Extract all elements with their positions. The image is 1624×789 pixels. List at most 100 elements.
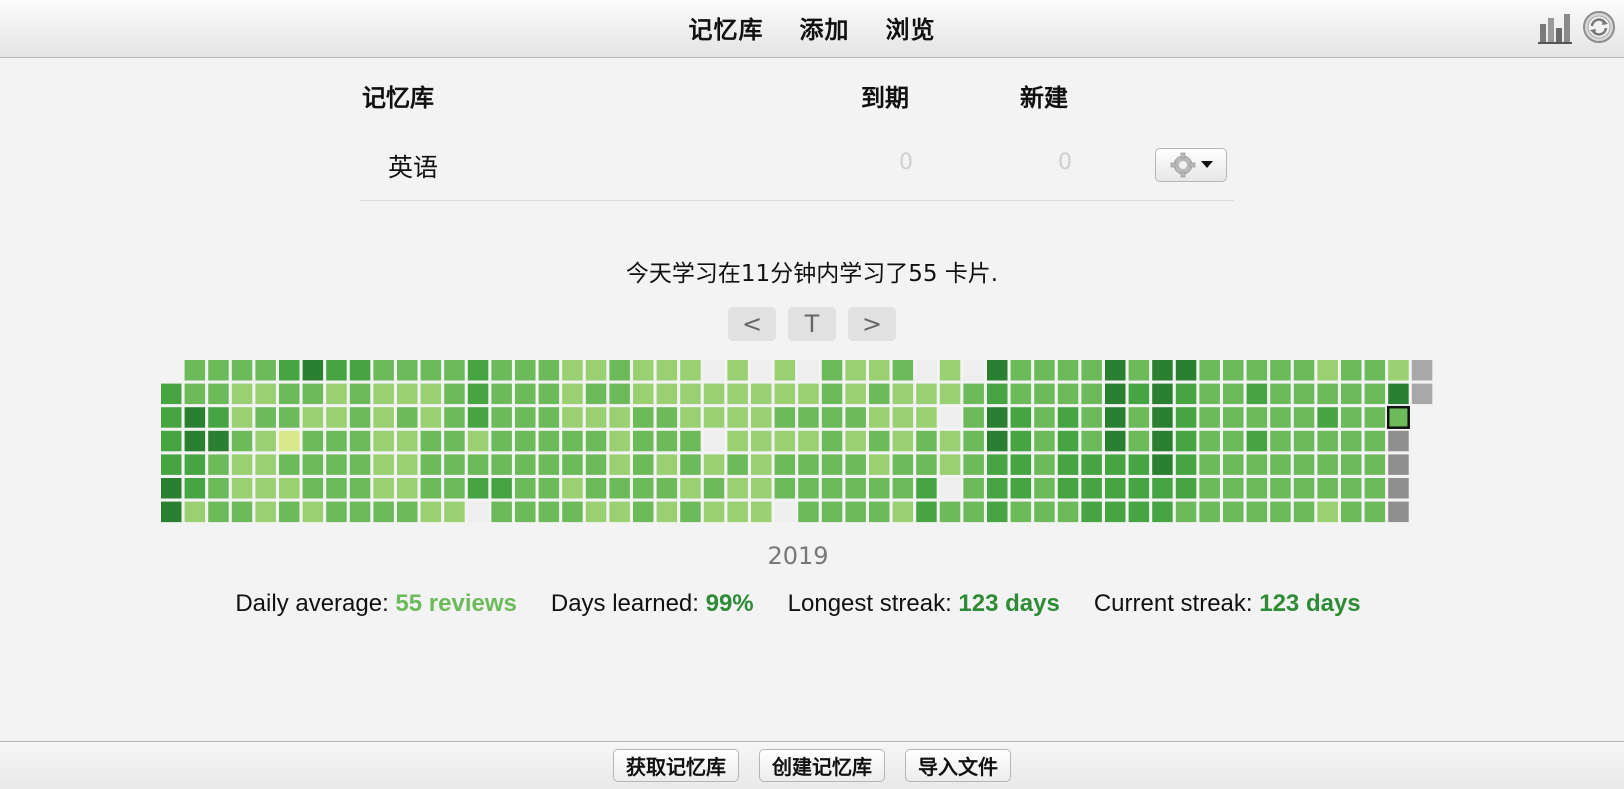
heatmap-day-cell[interactable] bbox=[939, 430, 961, 452]
heatmap-day-cell[interactable] bbox=[1388, 478, 1409, 499]
heatmap-day-cell[interactable] bbox=[916, 407, 937, 428]
heatmap-day-cell[interactable] bbox=[751, 407, 772, 428]
heatmap-day-cell[interactable] bbox=[491, 454, 512, 475]
heatmap-day-cell[interactable] bbox=[1105, 430, 1126, 452]
heatmap-day-cell[interactable] bbox=[302, 454, 324, 475]
heatmap-day-cell[interactable] bbox=[1317, 478, 1338, 499]
heatmap-day-cell[interactable] bbox=[184, 454, 206, 475]
heatmap-day-cell[interactable] bbox=[1175, 407, 1197, 428]
heatmap-day-cell[interactable] bbox=[585, 383, 607, 405]
heatmap-day-cell[interactable] bbox=[585, 478, 607, 499]
heatmap-day-cell[interactable] bbox=[774, 478, 796, 499]
heatmap-day-cell[interactable] bbox=[987, 360, 1008, 381]
heatmap-day-cell[interactable] bbox=[1081, 383, 1102, 405]
heatmap-day-cell[interactable] bbox=[680, 407, 701, 428]
heatmap-day-cell[interactable] bbox=[326, 501, 347, 523]
heatmap-day-cell[interactable] bbox=[420, 478, 442, 499]
heatmap-day-cell[interactable] bbox=[491, 407, 512, 428]
heatmap-day-cell[interactable] bbox=[1341, 478, 1362, 499]
heatmap-day-cell[interactable] bbox=[420, 383, 442, 405]
heatmap-day-cell[interactable] bbox=[1270, 383, 1291, 405]
heatmap-day-cell[interactable] bbox=[373, 407, 394, 428]
heatmap-day-cell[interactable] bbox=[326, 383, 347, 405]
heatmap-day-cell[interactable] bbox=[1010, 478, 1032, 499]
heatmap-day-cell[interactable] bbox=[1128, 501, 1150, 523]
heatmap-day-cell[interactable] bbox=[727, 383, 748, 405]
heatmap-day-cell[interactable] bbox=[349, 360, 371, 381]
heatmap-day-cell[interactable] bbox=[562, 454, 583, 475]
heatmap-day-cell[interactable] bbox=[515, 430, 536, 452]
heatmap-day-cell[interactable] bbox=[1270, 360, 1291, 381]
heatmap-day-cell[interactable] bbox=[208, 478, 229, 499]
heatmap-day-cell[interactable] bbox=[987, 501, 1008, 523]
heatmap-today-cell[interactable] bbox=[1386, 405, 1410, 429]
heatmap-day-cell[interactable] bbox=[397, 430, 418, 452]
heatmap-day-cell[interactable] bbox=[491, 430, 512, 452]
heatmap-day-cell[interactable] bbox=[302, 360, 324, 381]
heatmap-day-cell[interactable] bbox=[349, 383, 371, 405]
heatmap-day-cell[interactable] bbox=[231, 407, 253, 428]
heatmap-day-cell[interactable] bbox=[916, 501, 937, 523]
heatmap-day-cell[interactable] bbox=[727, 454, 748, 475]
heatmap-day-cell[interactable] bbox=[397, 360, 418, 381]
heatmap-day-cell[interactable] bbox=[373, 360, 394, 381]
heatmap-day-cell[interactable] bbox=[633, 407, 654, 428]
import-file-button[interactable]: 导入文件 bbox=[905, 749, 1011, 782]
heatmap-day-cell[interactable] bbox=[302, 430, 324, 452]
heatmap-day-cell[interactable] bbox=[1152, 407, 1173, 428]
heatmap-day-cell[interactable] bbox=[231, 454, 253, 475]
heatmap-day-cell[interactable] bbox=[184, 383, 206, 405]
heatmap-day-cell[interactable] bbox=[1364, 407, 1386, 428]
heatmap-day-cell[interactable] bbox=[1152, 383, 1173, 405]
heatmap-day-cell[interactable] bbox=[869, 383, 890, 405]
heatmap-day-cell[interactable] bbox=[963, 501, 984, 523]
heatmap-day-cell[interactable] bbox=[1081, 430, 1102, 452]
heatmap-day-cell[interactable] bbox=[751, 454, 772, 475]
heatmap-day-cell[interactable] bbox=[727, 501, 748, 523]
heatmap-day-cell[interactable] bbox=[1293, 454, 1315, 475]
heatmap-day-cell[interactable] bbox=[562, 430, 583, 452]
heatmap-day-cell[interactable] bbox=[751, 383, 772, 405]
heatmap-day-cell[interactable] bbox=[656, 501, 678, 523]
heatmap-day-cell[interactable] bbox=[467, 430, 489, 452]
heatmap-day-cell[interactable] bbox=[515, 407, 536, 428]
heatmap-day-cell[interactable] bbox=[1223, 383, 1244, 405]
heatmap-day-cell[interactable] bbox=[774, 454, 796, 475]
heatmap-day-cell[interactable] bbox=[326, 360, 347, 381]
heatmap-day-cell[interactable] bbox=[373, 454, 394, 475]
heatmap-day-cell[interactable] bbox=[987, 478, 1008, 499]
heatmap-day-cell[interactable] bbox=[1034, 383, 1055, 405]
heatmap-day-cell[interactable] bbox=[255, 454, 276, 475]
heatmap-day-cell[interactable] bbox=[1199, 454, 1220, 475]
heatmap-day-cell[interactable] bbox=[727, 360, 748, 381]
heatmap-day-cell[interactable] bbox=[562, 360, 583, 381]
heatmap-day-cell[interactable] bbox=[1057, 407, 1079, 428]
heatmap-day-cell[interactable] bbox=[491, 478, 512, 499]
heatmap-day-cell[interactable] bbox=[1057, 430, 1079, 452]
heatmap-day-cell[interactable] bbox=[562, 383, 583, 405]
heatmap-day-cell[interactable] bbox=[467, 383, 489, 405]
heatmap-day-cell[interactable] bbox=[420, 360, 442, 381]
heatmap-day-cell[interactable] bbox=[869, 407, 890, 428]
heatmap-day-cell[interactable] bbox=[208, 383, 229, 405]
heatmap-day-cell[interactable] bbox=[302, 478, 324, 499]
heatmap-day-cell[interactable] bbox=[279, 454, 300, 475]
heatmap-day-cell[interactable] bbox=[467, 501, 489, 523]
heatmap-day-cell[interactable] bbox=[326, 407, 347, 428]
heatmap-day-cell[interactable] bbox=[1128, 383, 1150, 405]
heatmap-day-cell[interactable] bbox=[845, 383, 866, 405]
heatmap-day-cell[interactable] bbox=[1128, 430, 1150, 452]
heatmap-day-cell[interactable] bbox=[349, 454, 371, 475]
heatmap-day-cell[interactable] bbox=[1364, 360, 1386, 381]
heatmap-day-cell[interactable] bbox=[1223, 407, 1244, 428]
heatmap-day-cell[interactable] bbox=[1246, 360, 1268, 381]
heatmap-day-cell[interactable] bbox=[845, 478, 866, 499]
heatmap-day-cell[interactable] bbox=[1223, 501, 1244, 523]
heatmap-day-cell[interactable] bbox=[1270, 454, 1291, 475]
heatmap-day-cell[interactable] bbox=[1057, 478, 1079, 499]
heatmap-day-cell[interactable] bbox=[585, 430, 607, 452]
heatmap-day-cell[interactable] bbox=[1317, 501, 1338, 523]
heatmap-day-cell[interactable] bbox=[798, 360, 819, 381]
heatmap-day-cell[interactable] bbox=[1081, 360, 1102, 381]
heatmap-day-cell[interactable] bbox=[1293, 383, 1315, 405]
